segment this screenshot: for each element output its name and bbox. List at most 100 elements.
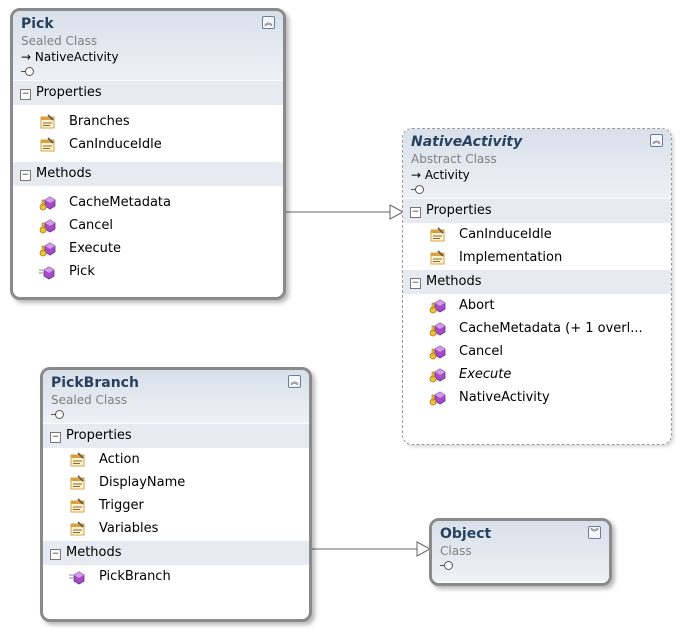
class-kind: Abstract Class xyxy=(411,152,497,166)
collapse-section-icon[interactable]: − xyxy=(410,207,421,218)
class-pick[interactable]: Pick Sealed Class → NativeActivity ︽ − Pr… xyxy=(10,8,286,300)
member-label: Variables xyxy=(99,521,159,536)
class-kind: Class xyxy=(440,544,472,558)
member-label: CacheMetadata (+ 1 overl... xyxy=(459,321,643,336)
class-header: PickBranch Sealed Class ︽ xyxy=(43,370,309,423)
protected-method-icon xyxy=(39,195,57,211)
class-name: Object xyxy=(440,526,492,542)
class-name: NativeActivity xyxy=(411,134,523,150)
public-method-icon xyxy=(69,569,87,585)
collapse-chevron-up-icon[interactable]: ︽ xyxy=(288,375,301,388)
section-label: Properties xyxy=(426,203,492,218)
property-icon xyxy=(429,227,447,243)
member-method[interactable]: PickBranch xyxy=(43,565,309,588)
class-nativeactivity[interactable]: NativeActivity Abstract Class → Activity… xyxy=(402,128,672,445)
member-label: Implementation xyxy=(459,250,563,265)
member-label: CanInduceIdle xyxy=(459,227,552,242)
member-property[interactable]: Variables xyxy=(43,517,309,540)
class-header: Object Class ︾ xyxy=(432,521,609,581)
interface-lollipop-icon xyxy=(411,184,425,194)
class-kind: Sealed Class xyxy=(21,34,98,48)
class-kind: Sealed Class xyxy=(51,393,128,407)
member-method[interactable]: CacheMetadata xyxy=(13,191,283,214)
member-label: Branches xyxy=(69,114,130,129)
collapse-section-icon[interactable]: − xyxy=(20,170,31,181)
protected-method-icon xyxy=(39,218,57,234)
section-properties[interactable]: − Properties xyxy=(13,80,283,105)
protected-method-icon xyxy=(429,298,447,314)
property-icon xyxy=(69,521,87,537)
class-pickbranch[interactable]: PickBranch Sealed Class ︽ − Properties Ac… xyxy=(40,367,312,622)
protected-method-icon xyxy=(429,390,447,406)
class-header: Pick Sealed Class → NativeActivity ︽ xyxy=(13,11,283,80)
collapse-section-icon[interactable]: − xyxy=(20,89,31,100)
member-label: Abort xyxy=(459,298,495,313)
section-label: Properties xyxy=(66,428,132,443)
member-property[interactable]: Trigger xyxy=(43,494,309,517)
collapse-section-icon[interactable]: − xyxy=(50,549,61,560)
member-label: CanInduceIdle xyxy=(69,137,162,152)
section-methods[interactable]: − Methods xyxy=(403,269,671,294)
pickbranch-to-object-connector xyxy=(310,541,432,557)
member-property[interactable]: Branches xyxy=(13,110,283,133)
protected-method-icon xyxy=(429,321,447,337)
member-method[interactable]: CacheMetadata (+ 1 overl... xyxy=(403,317,671,340)
property-icon xyxy=(69,498,87,514)
member-method[interactable]: Cancel xyxy=(13,214,283,237)
member-property[interactable]: Implementation xyxy=(403,246,671,269)
interface-lollipop-icon xyxy=(51,409,65,419)
property-icon xyxy=(69,452,87,468)
protected-method-icon xyxy=(429,367,447,383)
section-label: Properties xyxy=(36,85,102,100)
member-label: PickBranch xyxy=(99,569,171,584)
public-method-icon xyxy=(39,264,57,280)
section-methods[interactable]: − Methods xyxy=(13,161,283,186)
member-label: Execute xyxy=(69,241,121,256)
member-label: Trigger xyxy=(99,498,144,513)
section-label: Methods xyxy=(66,545,122,560)
property-icon xyxy=(39,137,57,153)
class-object[interactable]: Object Class ︾ xyxy=(429,518,612,586)
property-icon xyxy=(69,475,87,491)
section-label: Methods xyxy=(36,166,92,181)
class-header: NativeActivity Abstract Class → Activity… xyxy=(403,129,671,198)
property-icon xyxy=(39,114,57,130)
member-label: NativeActivity xyxy=(459,390,550,405)
member-label: DisplayName xyxy=(99,475,186,490)
base-class: → Activity xyxy=(411,168,470,182)
member-label: Action xyxy=(99,452,140,467)
base-class: → NativeActivity xyxy=(21,50,119,64)
collapse-section-icon[interactable]: − xyxy=(410,278,421,289)
class-name: Pick xyxy=(21,16,54,32)
class-name: PickBranch xyxy=(51,375,139,391)
protected-method-icon xyxy=(39,241,57,257)
pick-to-nativeactivity-connector xyxy=(284,204,405,220)
member-method[interactable]: Execute xyxy=(13,237,283,260)
protected-method-icon xyxy=(429,344,447,360)
member-property[interactable]: CanInduceIdle xyxy=(403,223,671,246)
member-method[interactable]: Abort xyxy=(403,294,671,317)
member-property[interactable]: DisplayName xyxy=(43,471,309,494)
member-label: Execute xyxy=(459,367,512,382)
section-methods[interactable]: − Methods xyxy=(43,540,309,565)
member-method[interactable]: Execute xyxy=(403,363,671,386)
member-method[interactable]: Pick xyxy=(13,260,283,283)
member-label: Cancel xyxy=(69,218,114,233)
member-property[interactable]: Action xyxy=(43,448,309,471)
member-method[interactable]: Cancel xyxy=(403,340,671,363)
section-properties[interactable]: − Properties xyxy=(403,198,671,223)
member-method[interactable]: NativeActivity xyxy=(403,386,671,409)
property-icon xyxy=(429,250,447,266)
interface-lollipop-icon xyxy=(21,66,35,76)
member-label: Cancel xyxy=(459,344,504,359)
member-property[interactable]: CanInduceIdle xyxy=(13,133,283,156)
expand-chevron-down-icon[interactable]: ︾ xyxy=(588,526,601,539)
member-label: CacheMetadata xyxy=(69,195,171,210)
interface-lollipop-icon xyxy=(440,560,454,570)
collapse-chevron-up-icon[interactable]: ︽ xyxy=(650,134,663,147)
section-properties[interactable]: − Properties xyxy=(43,423,309,448)
section-label: Methods xyxy=(426,274,482,289)
member-label: Pick xyxy=(69,264,95,279)
collapse-section-icon[interactable]: − xyxy=(50,432,61,443)
collapse-chevron-up-icon[interactable]: ︽ xyxy=(262,16,275,29)
